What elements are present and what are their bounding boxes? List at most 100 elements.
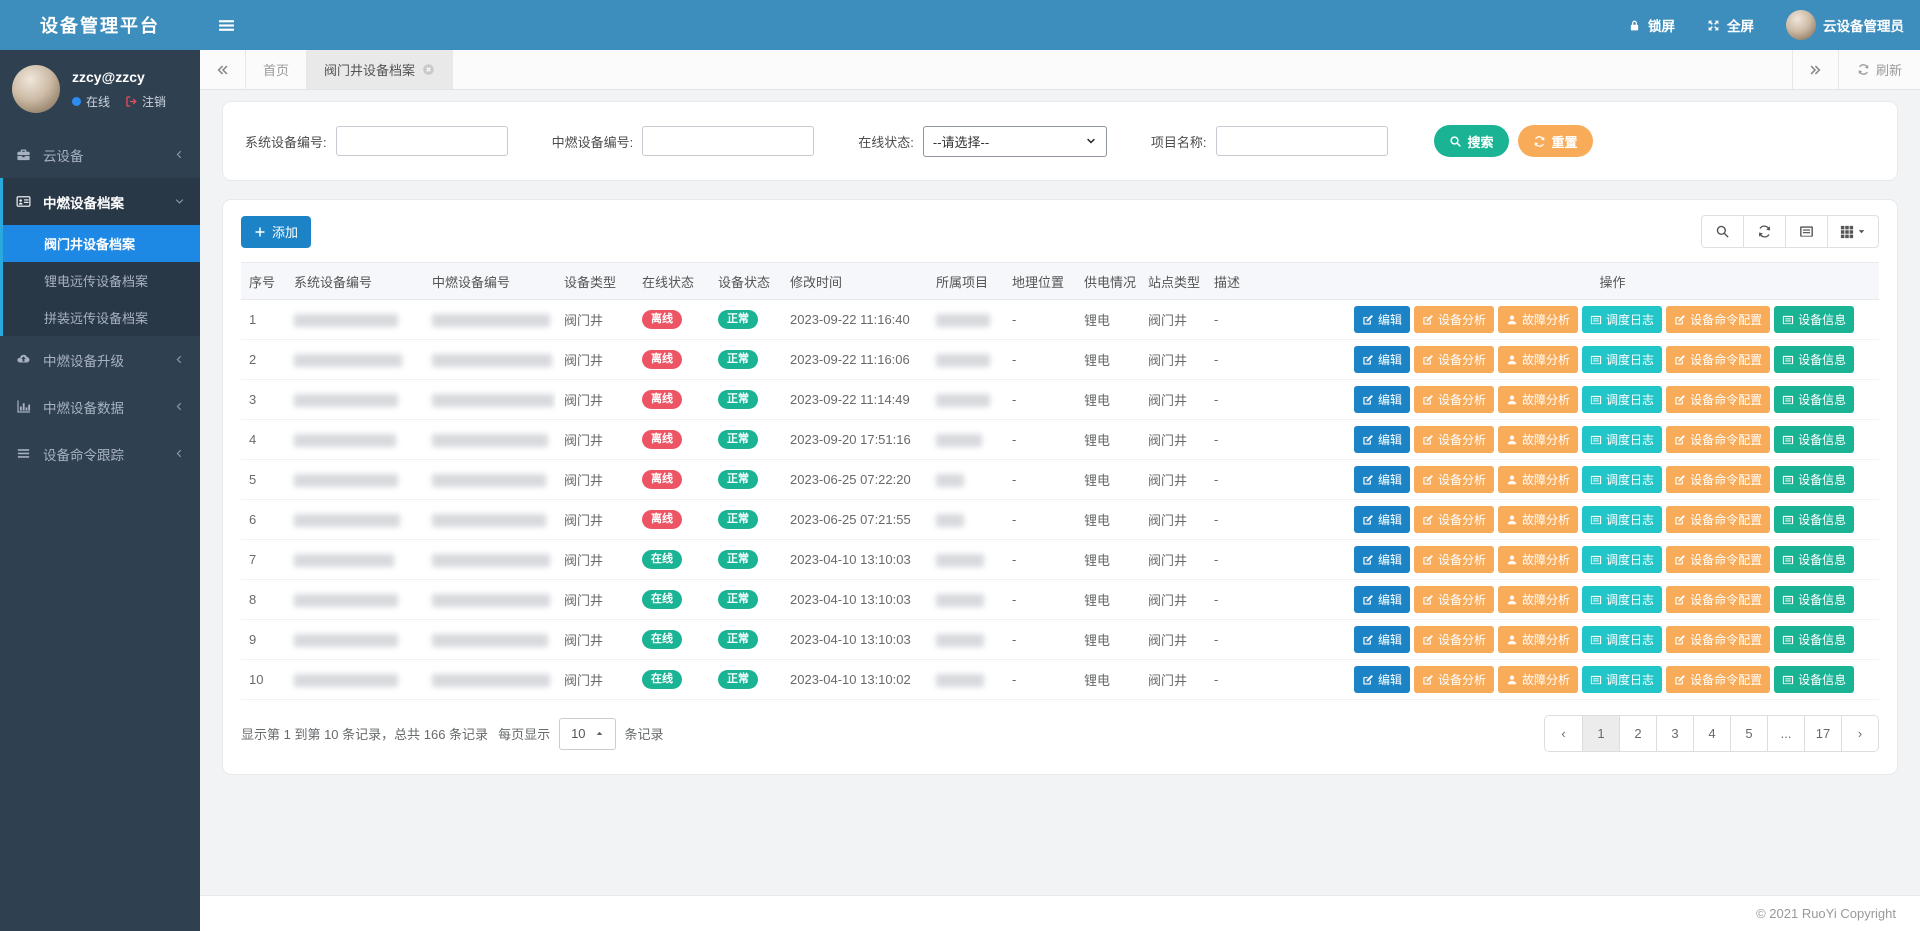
next-page-button[interactable]: › bbox=[1841, 716, 1878, 751]
tab-refresh-button[interactable]: 刷新 bbox=[1838, 50, 1920, 89]
sidebar-subitem-1-2[interactable]: 拼装远传设备档案 bbox=[0, 299, 200, 336]
row-action-fault-analysis-button[interactable]: 故障分析 bbox=[1498, 466, 1578, 493]
row-action-device-analysis-button[interactable]: 设备分析 bbox=[1414, 386, 1494, 413]
row-action-device-analysis-button[interactable]: 设备分析 bbox=[1414, 626, 1494, 653]
row-action-device-analysis-button[interactable]: 设备分析 bbox=[1414, 546, 1494, 573]
row-action-edit-button[interactable]: 编辑 bbox=[1354, 666, 1410, 693]
row-action-device-analysis-button[interactable]: 设备分析 bbox=[1414, 426, 1494, 453]
row-action-device-command-config-button[interactable]: 设备命令配置 bbox=[1666, 346, 1770, 373]
row-action-device-analysis-button[interactable]: 设备分析 bbox=[1414, 586, 1494, 613]
row-action-dispatch-log-button[interactable]: 调度日志 bbox=[1582, 346, 1662, 373]
row-action-dispatch-log-button[interactable]: 调度日志 bbox=[1582, 666, 1662, 693]
row-action-edit-button[interactable]: 编辑 bbox=[1354, 546, 1410, 573]
row-action-dispatch-log-button[interactable]: 调度日志 bbox=[1582, 466, 1662, 493]
table-search-button[interactable] bbox=[1701, 215, 1744, 248]
zr-device-no-input[interactable] bbox=[642, 126, 814, 156]
tab-valve-well-archive[interactable]: 阀门井设备档案 bbox=[307, 50, 453, 89]
row-action-device-command-config-button[interactable]: 设备命令配置 bbox=[1666, 426, 1770, 453]
row-action-edit-button[interactable]: 编辑 bbox=[1354, 466, 1410, 493]
tab-close-icon[interactable] bbox=[422, 63, 435, 76]
row-action-device-info-button[interactable]: 设备信息 bbox=[1774, 426, 1854, 453]
row-action-fault-analysis-button[interactable]: 故障分析 bbox=[1498, 546, 1578, 573]
sidebar-item-2[interactable]: 中燃设备升级 bbox=[0, 336, 200, 383]
row-action-device-analysis-button[interactable]: 设备分析 bbox=[1414, 506, 1494, 533]
page-button-17[interactable]: 17 bbox=[1804, 716, 1841, 751]
row-action-dispatch-log-button[interactable]: 调度日志 bbox=[1582, 586, 1662, 613]
tabs-scroll-left-button[interactable] bbox=[200, 50, 246, 89]
row-action-device-command-config-button[interactable]: 设备命令配置 bbox=[1666, 626, 1770, 653]
reset-button[interactable]: 重置 bbox=[1518, 125, 1593, 157]
row-action-fault-analysis-button[interactable]: 故障分析 bbox=[1498, 386, 1578, 413]
lock-screen-button[interactable]: 锁屏 bbox=[1612, 0, 1691, 50]
table-detail-view-button[interactable] bbox=[1785, 215, 1828, 248]
row-action-fault-analysis-button[interactable]: 故障分析 bbox=[1498, 306, 1578, 333]
row-action-dispatch-log-button[interactable]: 调度日志 bbox=[1582, 386, 1662, 413]
row-action-dispatch-log-button[interactable]: 调度日志 bbox=[1582, 306, 1662, 333]
fullscreen-button[interactable]: 全屏 bbox=[1691, 0, 1770, 50]
row-action-dispatch-log-button[interactable]: 调度日志 bbox=[1582, 546, 1662, 573]
row-action-fault-analysis-button[interactable]: 故障分析 bbox=[1498, 426, 1578, 453]
row-action-edit-button[interactable]: 编辑 bbox=[1354, 626, 1410, 653]
row-action-fault-analysis-button[interactable]: 故障分析 bbox=[1498, 586, 1578, 613]
row-action-device-command-config-button[interactable]: 设备命令配置 bbox=[1666, 666, 1770, 693]
project-name-input[interactable] bbox=[1216, 126, 1388, 156]
row-action-device-info-button[interactable]: 设备信息 bbox=[1774, 546, 1854, 573]
sidebar-item-3[interactable]: 中燃设备数据 bbox=[0, 383, 200, 430]
table-refresh-button[interactable] bbox=[1743, 215, 1786, 248]
page-button-3[interactable]: 3 bbox=[1656, 716, 1693, 751]
row-action-device-command-config-button[interactable]: 设备命令配置 bbox=[1666, 586, 1770, 613]
row-action-device-info-button[interactable]: 设备信息 bbox=[1774, 346, 1854, 373]
sidebar-subitem-1-0[interactable]: 阀门井设备档案 bbox=[0, 225, 200, 262]
row-action-edit-button[interactable]: 编辑 bbox=[1354, 346, 1410, 373]
row-action-dispatch-log-button[interactable]: 调度日志 bbox=[1582, 626, 1662, 653]
page-button-5[interactable]: 5 bbox=[1730, 716, 1767, 751]
system-device-no-input[interactable] bbox=[336, 126, 508, 156]
search-button[interactable]: 搜索 bbox=[1434, 125, 1509, 157]
row-action-device-command-config-button[interactable]: 设备命令配置 bbox=[1666, 546, 1770, 573]
logout-button[interactable]: 注销 bbox=[125, 93, 166, 110]
row-action-edit-button[interactable]: 编辑 bbox=[1354, 386, 1410, 413]
sidebar-item-4[interactable]: 设备命令跟踪 bbox=[0, 430, 200, 477]
sidebar-toggle-button[interactable] bbox=[200, 0, 252, 50]
row-action-edit-button[interactable]: 编辑 bbox=[1354, 426, 1410, 453]
row-action-device-info-button[interactable]: 设备信息 bbox=[1774, 626, 1854, 653]
sidebar-item-0[interactable]: 云设备 bbox=[0, 131, 200, 178]
add-button[interactable]: 添加 bbox=[241, 216, 311, 248]
table-columns-button[interactable] bbox=[1827, 215, 1879, 248]
row-action-edit-button[interactable]: 编辑 bbox=[1354, 506, 1410, 533]
row-action-device-command-config-button[interactable]: 设备命令配置 bbox=[1666, 386, 1770, 413]
row-action-device-analysis-button[interactable]: 设备分析 bbox=[1414, 466, 1494, 493]
sidebar-subitem-1-1[interactable]: 锂电远传设备档案 bbox=[0, 262, 200, 299]
tab-home[interactable]: 首页 bbox=[246, 50, 307, 89]
row-action-fault-analysis-button[interactable]: 故障分析 bbox=[1498, 346, 1578, 373]
row-action-device-command-config-button[interactable]: 设备命令配置 bbox=[1666, 506, 1770, 533]
row-action-fault-analysis-button[interactable]: 故障分析 bbox=[1498, 626, 1578, 653]
row-action-device-info-button[interactable]: 设备信息 bbox=[1774, 386, 1854, 413]
row-action-device-command-config-button[interactable]: 设备命令配置 bbox=[1666, 466, 1770, 493]
row-action-device-command-config-button[interactable]: 设备命令配置 bbox=[1666, 306, 1770, 333]
row-action-fault-analysis-button[interactable]: 故障分析 bbox=[1498, 666, 1578, 693]
online-status-select[interactable]: --请选择-- bbox=[923, 126, 1107, 157]
row-action-edit-button[interactable]: 编辑 bbox=[1354, 586, 1410, 613]
page-button-4[interactable]: 4 bbox=[1693, 716, 1730, 751]
row-action-device-analysis-button[interactable]: 设备分析 bbox=[1414, 306, 1494, 333]
page-size-dropdown[interactable]: 10 bbox=[559, 718, 615, 750]
page-button-2[interactable]: 2 bbox=[1619, 716, 1656, 751]
row-action-dispatch-log-button[interactable]: 调度日志 bbox=[1582, 426, 1662, 453]
double-chevron-left-icon bbox=[216, 63, 230, 77]
page-button-1[interactable]: 1 bbox=[1582, 716, 1619, 751]
row-action-device-info-button[interactable]: 设备信息 bbox=[1774, 466, 1854, 493]
row-action-device-info-button[interactable]: 设备信息 bbox=[1774, 506, 1854, 533]
tabs-scroll-right-button[interactable] bbox=[1792, 50, 1838, 89]
row-action-device-info-button[interactable]: 设备信息 bbox=[1774, 586, 1854, 613]
prev-page-button[interactable]: ‹ bbox=[1545, 716, 1582, 751]
row-action-dispatch-log-button[interactable]: 调度日志 bbox=[1582, 506, 1662, 533]
user-menu-button[interactable]: 云设备管理员 bbox=[1770, 0, 1920, 50]
sidebar-item-1[interactable]: 中燃设备档案 bbox=[0, 178, 200, 225]
row-action-device-analysis-button[interactable]: 设备分析 bbox=[1414, 666, 1494, 693]
row-action-device-info-button[interactable]: 设备信息 bbox=[1774, 666, 1854, 693]
row-action-device-info-button[interactable]: 设备信息 bbox=[1774, 306, 1854, 333]
row-action-fault-analysis-button[interactable]: 故障分析 bbox=[1498, 506, 1578, 533]
row-action-device-analysis-button[interactable]: 设备分析 bbox=[1414, 346, 1494, 373]
row-action-edit-button[interactable]: 编辑 bbox=[1354, 306, 1410, 333]
